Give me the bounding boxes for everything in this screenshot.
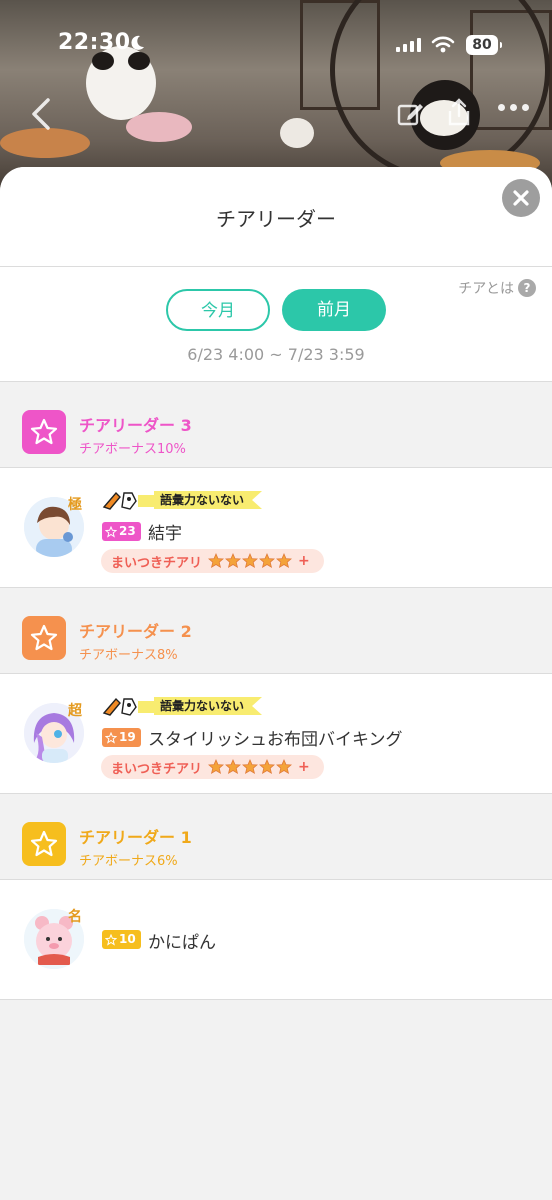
tier-bonus: チアボーナス6%	[79, 854, 178, 869]
tier-header-2: チアリーダー 2 チアボーナス8%	[0, 588, 552, 674]
cheer-star-icon	[208, 759, 225, 775]
wifi-icon	[431, 36, 455, 53]
tier-bonus: チアボーナス10%	[79, 442, 186, 457]
cheer-star-icon	[208, 553, 225, 569]
edit-icon[interactable]	[396, 98, 426, 128]
user-name: スタイリッシュお布団バイキング	[148, 730, 403, 750]
back-arrow-icon[interactable]	[26, 96, 56, 132]
teapot	[280, 118, 314, 148]
cheerleader-sheet: チアリーダー チアとは ? 今月 前月 6/23 4:00 ~ 7/23 3:5…	[0, 167, 552, 1200]
level-value: 19	[119, 730, 136, 744]
level-value: 23	[119, 524, 136, 538]
buns	[126, 112, 192, 142]
tier-badge	[22, 822, 66, 866]
tier-badge	[22, 410, 66, 454]
cheer-star-icon	[276, 553, 293, 569]
tier-name: チアリーダー 3	[79, 416, 192, 435]
tier-header-3: チアリーダー 3 チアボーナス10%	[0, 382, 552, 468]
signal-icon	[396, 37, 421, 52]
sheet-title: チアリーダー	[216, 207, 336, 231]
star-outline-icon	[105, 933, 117, 946]
close-button[interactable]	[502, 179, 540, 217]
cheer-badge-label: まいつきチアリ	[111, 761, 203, 777]
monthly-cheer-badge: まいつきチアリ +	[101, 549, 324, 573]
cheer-plus: +	[298, 759, 310, 775]
cheer-star-icon	[225, 553, 242, 569]
tab-this-month[interactable]: 今月	[166, 289, 270, 331]
title-ribbon: 語彙力ないない	[102, 695, 262, 717]
cheer-help-link[interactable]: チアとは ?	[458, 278, 536, 298]
battery-icon: 80	[466, 35, 502, 55]
star-outline-icon	[30, 624, 58, 651]
level-badge: 23	[102, 522, 141, 541]
period-selector: チアとは ? 今月 前月 6/23 4:00 ~ 7/23 3:59	[0, 267, 552, 382]
star-outline-icon	[30, 418, 58, 445]
star-outline-icon	[30, 830, 58, 857]
cheerleader-entry[interactable]: 極 語彙力ないない 23 結宇 まいつきチアリ +	[0, 468, 552, 588]
star-outline-icon	[105, 525, 117, 538]
share-icon[interactable]	[444, 96, 474, 128]
megaphone-icon	[102, 697, 154, 716]
megaphone-icon	[102, 491, 154, 510]
tier-header-1: チアリーダー 1 チアボーナス6%	[0, 794, 552, 880]
title-text: 語彙力ないない	[154, 491, 262, 509]
tier-bonus: チアボーナス8%	[79, 648, 178, 663]
avatar-tag: 超	[68, 703, 82, 719]
sheet-header: チアリーダー	[0, 167, 552, 267]
cheer-star-icon	[276, 759, 293, 775]
title-ribbon: 語彙力ないない	[102, 489, 262, 511]
cheer-stars	[208, 553, 293, 569]
user-name: かにぱん	[148, 933, 216, 953]
tier-name: チアリーダー 1	[79, 828, 192, 847]
cheerleader-entry[interactable]: 名 10 かにぱん	[0, 880, 552, 1000]
cheer-plus: +	[298, 553, 310, 569]
cheer-star-icon	[259, 553, 276, 569]
more-icon[interactable]	[498, 104, 532, 118]
cheer-star-icon	[242, 553, 259, 569]
user-name: 結宇	[148, 524, 182, 544]
cheer-badge-label: まいつきチアリ	[111, 555, 203, 571]
status-time: 22:30	[58, 30, 131, 55]
close-icon	[513, 190, 529, 206]
cheer-stars	[208, 759, 293, 775]
star-outline-icon	[105, 731, 117, 744]
status-bar: 22:30 80	[0, 0, 552, 130]
avatar-tag: 名	[68, 909, 82, 925]
period-range: 6/23 4:00 ~ 7/23 3:59	[187, 345, 365, 364]
cheerleader-entry[interactable]: 超 語彙力ないない 19 スタイリッシュお布団バイキング まいつきチアリ +	[0, 674, 552, 794]
level-badge: 10	[102, 930, 141, 949]
cheer-help-label: チアとは	[458, 281, 514, 297]
question-icon: ?	[518, 279, 536, 297]
cheer-star-icon	[259, 759, 276, 775]
food-plate	[0, 128, 90, 158]
monthly-cheer-badge: まいつきチアリ +	[101, 755, 324, 779]
tier-badge	[22, 616, 66, 660]
level-badge: 19	[102, 728, 141, 747]
avatar-tag: 極	[68, 497, 82, 513]
tab-last-month[interactable]: 前月	[282, 289, 386, 331]
moon-icon	[131, 35, 144, 50]
cheer-star-icon	[225, 759, 242, 775]
cheer-star-icon	[242, 759, 259, 775]
level-value: 10	[119, 932, 136, 946]
tier-name: チアリーダー 2	[79, 622, 192, 641]
title-text: 語彙力ないない	[154, 697, 262, 715]
